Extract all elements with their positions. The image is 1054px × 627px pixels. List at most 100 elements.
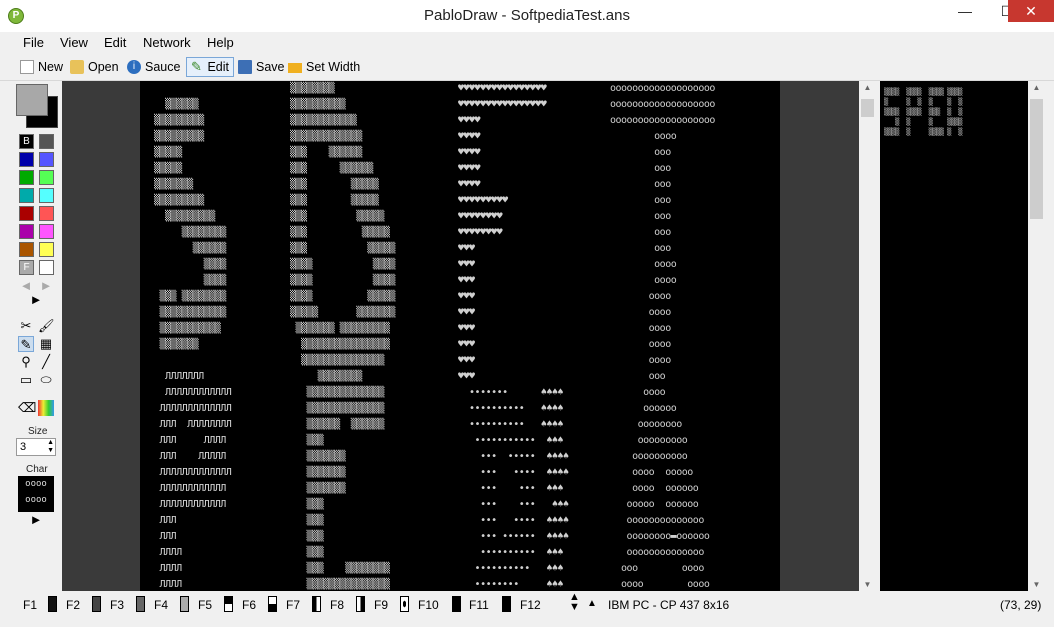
fkey-f2-label: F2 <box>66 598 81 612</box>
fkey-f11-char[interactable] <box>502 596 511 612</box>
char-arrow-icon[interactable]: ► <box>28 512 44 528</box>
fkey-f11-label: F11 <box>469 598 489 612</box>
color-swatch-cyan[interactable] <box>19 188 34 203</box>
color-swatch-brown[interactable] <box>19 242 34 257</box>
fkey-f7-char[interactable] <box>312 596 321 612</box>
art-column-4: ooooooooooooooooooo ooooooooooooooooooo … <box>610 83 715 590</box>
color-swatch-lightred[interactable] <box>39 206 54 221</box>
color-swatch-green[interactable] <box>19 170 34 185</box>
menu-bar: File View Edit Network Help <box>0 32 1054 54</box>
fkey-f5-char[interactable] <box>224 596 233 612</box>
edit-button[interactable]: ✎ Edit <box>186 57 234 77</box>
size-up-icon[interactable]: ▲ <box>47 439 54 446</box>
new-button-label: New <box>38 60 64 74</box>
menu-help[interactable]: Help <box>207 35 234 50</box>
close-button[interactable]: ✕ <box>1008 0 1054 22</box>
color-swatch-red[interactable] <box>19 206 34 221</box>
canvas-scrollbar[interactable]: ▲ ▼ <box>859 81 876 591</box>
art-column-1: ▒▒▒▒▒▒ ▒▒▒▒▒▒▒▒▒ ▒▒▒▒▒▒▒▒▒ ▒▒▒▒▒ ▒▒▒▒▒ ▒… <box>154 99 232 590</box>
size-label: Size <box>28 426 48 437</box>
eraser-icon[interactable]: ⌫ <box>18 400 36 416</box>
color-swatch-black[interactable]: B <box>19 134 34 149</box>
sauce-button-label: Sauce <box>145 60 181 74</box>
preview-art: ▒▒▒▒ ▒▒▒▒ ▒▒▒▒ ▒▒▒▒ ▒ ▒ ▒ ▒ ▒ ▒ ▒▒▒▒ ▒▒▒… <box>884 88 963 136</box>
fkey-f9-label: F9 <box>374 598 389 612</box>
scroll-up-icon[interactable]: ▲ <box>859 83 876 92</box>
menu-file[interactable]: File <box>23 35 44 50</box>
color-swatch-lightgreen[interactable] <box>39 170 54 185</box>
color-swatch-yellow[interactable] <box>39 242 54 257</box>
font-info[interactable]: IBM PC - CP 437 8x16 <box>608 598 729 612</box>
menu-network[interactable]: Network <box>143 35 191 50</box>
color-swatch-magenta[interactable] <box>19 224 34 239</box>
color-swatch-blue[interactable] <box>19 152 34 167</box>
color-brush-icon[interactable]: ▦ <box>38 336 54 352</box>
fkey-f3-char[interactable] <box>136 596 145 612</box>
background-marker: B <box>23 136 30 147</box>
color-swatch-lightblue[interactable] <box>39 152 54 167</box>
set-width-button[interactable]: Set Width <box>288 57 360 77</box>
fkey-set-up-down-icon[interactable]: ▲ ▼ <box>569 592 580 613</box>
color-swatch-lightgray[interactable]: F <box>19 260 34 275</box>
scissors-icon[interactable]: ✂ <box>18 318 34 334</box>
size-value: 3 <box>20 441 27 453</box>
gradient-tool-icon[interactable] <box>38 400 54 416</box>
rectangle-tool-icon[interactable]: ▭ <box>18 372 34 388</box>
preview-panel[interactable]: ▒▒▒▒ ▒▒▒▒ ▒▒▒▒ ▒▒▒▒ ▒ ▒ ▒ ▒ ▒ ▒ ▒▒▒▒ ▒▒▒… <box>880 81 1028 591</box>
scroll-down-icon[interactable]: ▼ <box>859 580 876 589</box>
size-stepper[interactable]: 3 ▲ ▼ <box>16 438 56 456</box>
fkey-f8-char[interactable] <box>356 596 365 612</box>
fkey-f2-char[interactable] <box>92 596 101 612</box>
fkey-f5-label: F5 <box>198 598 213 612</box>
cursor-position: (73, 29) <box>1000 598 1042 612</box>
save-button-label: Save <box>256 60 285 74</box>
window-title: PabloDraw - SoftpediaTest.ans <box>424 7 630 24</box>
fkey-f6-label: F6 <box>242 598 257 612</box>
fkey-set-arrow-icon[interactable]: ▲ <box>587 598 597 609</box>
size-down-icon[interactable]: ▼ <box>47 447 54 454</box>
title-bar: P PabloDraw - SoftpediaTest.ans — ☐ ✕ <box>0 0 1054 32</box>
menu-view[interactable]: View <box>60 35 88 50</box>
line-tool-icon[interactable]: ╱ <box>38 354 54 370</box>
preview-scroll-thumb[interactable] <box>1030 99 1043 219</box>
foreground-color-indicator[interactable] <box>16 84 48 116</box>
open-button-label: Open <box>88 60 119 74</box>
color-swatch-darkgray[interactable] <box>39 134 54 149</box>
brush-icon[interactable]: 🖌 <box>38 318 55 334</box>
fkey-f10-char[interactable] <box>452 596 461 612</box>
fkey-f3-label: F3 <box>110 598 125 612</box>
open-button[interactable]: Open <box>70 57 119 77</box>
pencil-tool-icon[interactable]: ✎ <box>18 336 34 352</box>
ansi-canvas[interactable]: ▒▒▒▒▒▒ ▒▒▒▒▒▒▒▒▒ ▒▒▒▒▒▒▒▒▒ ▒▒▒▒▒ ▒▒▒▒▒ ▒… <box>140 81 780 591</box>
fkey-f1-label: F1 <box>23 598 38 612</box>
ellipse-tool-icon[interactable]: ⬭ <box>38 372 54 388</box>
save-button[interactable]: Save <box>238 57 285 77</box>
color-swatch-lightmagenta[interactable] <box>39 224 54 239</box>
char-label: Char <box>26 464 48 475</box>
foreground-marker: F <box>23 262 30 273</box>
edit-button-label: Edit <box>207 60 229 74</box>
info-icon: i <box>127 60 141 74</box>
color-swatch-lightcyan[interactable] <box>39 188 54 203</box>
new-button[interactable]: New <box>20 57 63 77</box>
set-width-button-label: Set Width <box>306 60 361 74</box>
preview-scroll-up-icon[interactable]: ▲ <box>1028 83 1045 92</box>
status-bar: F1 F2 F3 F4 F5 F6 F7 F8 F9 F10 F11 F12 ▲… <box>0 592 1054 627</box>
tool-panel: B F ◄ ► ► ✂ 🖌 ✎ ▦ ⚲ ╱ ▭ ⬭ ⌫ Size 3 ▲ ▼ C… <box>12 82 60 592</box>
preview-scrollbar[interactable]: ▲ ▼ <box>1028 81 1045 591</box>
char-selector[interactable]: oooo oooo <box>18 476 54 512</box>
scroll-thumb[interactable] <box>861 99 874 117</box>
art-column-2: ▒▒▒▒▒▒▒▒ ▒▒▒▒▒▒▒▒▒▒ ▒▒▒▒▒▒▒▒▒▒▒▒ ▒▒▒▒▒▒▒… <box>290 83 395 590</box>
fkey-f6-char[interactable] <box>268 596 277 612</box>
swap-arrow-icon[interactable]: ► <box>28 292 44 308</box>
eyedropper-icon[interactable]: ⚲ <box>18 354 34 370</box>
minimize-button[interactable]: — <box>944 0 986 22</box>
menu-edit[interactable]: Edit <box>104 35 126 50</box>
sauce-button[interactable]: i Sauce <box>127 57 180 77</box>
fkey-f4-char[interactable] <box>180 596 189 612</box>
color-swatch-white[interactable] <box>39 260 54 275</box>
fkey-f1-char[interactable] <box>48 596 57 612</box>
preview-scroll-down-icon[interactable]: ▼ <box>1028 580 1045 589</box>
fkey-f9-char[interactable] <box>400 596 409 612</box>
canvas-area: ▒▒▒▒▒▒ ▒▒▒▒▒▒▒▒▒ ▒▒▒▒▒▒▒▒▒ ▒▒▒▒▒ ▒▒▒▒▒ ▒… <box>62 81 859 591</box>
